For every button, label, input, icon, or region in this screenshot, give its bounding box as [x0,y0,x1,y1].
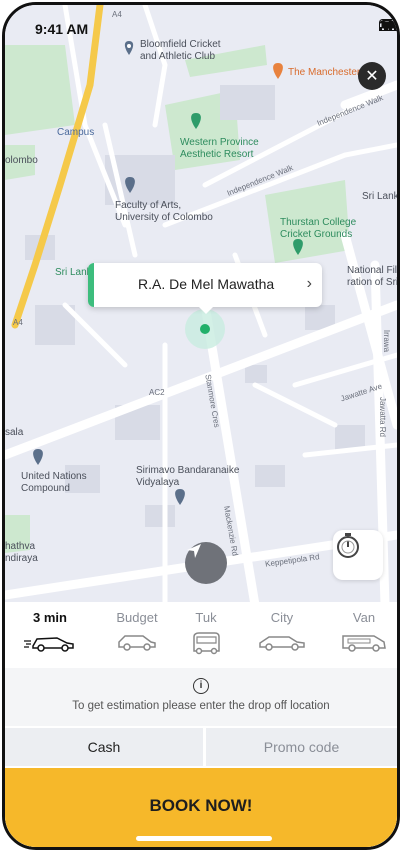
map-label-sirimavo: Sirimavo Bandaranaike Vidyalaya [136,465,240,488]
map-label-un-compound: United Nations Compound [21,471,87,494]
park-pin-icon [293,239,303,255]
map-label-national-film: National Fil ration of Sri [347,265,399,288]
navigation-arrow-icon [187,544,201,558]
map-label-bhathva: hathva ndiraya [5,541,38,564]
vehicle-option-fast[interactable]: 3 min [11,608,89,666]
stopwatch-icon [337,533,359,558]
road-label-ac2: AC2 [149,388,165,397]
vehicle-label: Tuk [195,610,217,625]
my-location-button[interactable] [185,542,227,584]
estimation-message: To get estimation please enter the drop … [72,700,330,712]
vehicle-label: City [270,610,294,625]
restaurant-pin-icon [273,63,283,79]
card-accent-bar [88,263,94,307]
close-button[interactable]: ✕ [358,62,386,90]
home-indicator [136,836,272,841]
vehicle-option-tuk[interactable]: Tuk [167,608,245,666]
van-icon [342,635,386,652]
vehicle-label: Van [352,610,376,625]
book-now-label: BOOK NOW! [149,796,253,815]
vehicle-option-city[interactable]: City [243,608,321,666]
payment-row: Cash Promo code [5,728,397,766]
vehicle-label: Budget [116,610,158,625]
map-view[interactable]: 9:41 AM Bloomfield Cricket and Athletic … [5,5,397,605]
pickup-location-title: R.A. De Mel Mawatha [138,276,275,292]
place-pin-icon [33,449,43,465]
book-now-button[interactable]: BOOK NOW! [5,768,397,847]
pickup-location-card[interactable]: R.A. De Mel Mawatha › [88,263,322,307]
map-label-faculty-arts: Faculty of Arts, University of Colombo [115,200,213,223]
card-pointer [198,306,214,314]
car-budget-icon [118,635,156,651]
payment-method-button[interactable]: Cash [5,728,203,766]
car-city-icon [259,636,305,651]
road-label-irrawaddy: Irrawa [382,329,392,353]
school-pin-icon [125,177,135,193]
school-pin-icon [175,489,185,505]
map-label-sri-lanka-right: Sri Lank [362,191,399,202]
vehicle-selector: 3 min Budget Tuk City Van [5,602,397,668]
schedule-ride-button[interactable] [333,530,383,580]
road-label-jawatta-rd: Jawatta Rd [378,396,388,438]
map-label-campus: Campus [57,127,95,138]
vehicle-option-van[interactable]: Van [325,608,397,666]
chevron-right-icon: › [306,275,312,292]
vehicle-option-budget[interactable]: Budget [98,608,176,666]
map-label-sri-lanka-left: Sri Lank [55,267,92,278]
info-icon: i [193,678,209,694]
spa-pin-icon [191,113,201,129]
battery-icon [379,19,397,31]
tuk-icon [193,632,220,655]
map-label-manchester: The Manchester [288,67,361,78]
map-label-colombo: olombo [5,155,38,166]
booking-sheet: 3 min Budget Tuk City Van i To get estim… [5,602,397,847]
road-label-a4: A4 [112,10,122,19]
map-label-western-province: Western Province Aesthetic Resort [180,137,259,160]
phone-frame: 9:41 AM Bloomfield Cricket and Athletic … [2,2,400,850]
car-fast-icon [24,637,74,652]
status-time: 9:41 AM [35,21,89,37]
road-label-a4: A4 [13,318,23,327]
estimation-notice: i To get estimation please enter the dro… [5,668,397,726]
map-label-sala: sala [5,427,24,438]
map-label-bloomfield: Bloomfield Cricket and Athletic Club [140,39,221,62]
promo-code-button[interactable]: Promo code [206,728,397,766]
vehicle-label: 3 min [33,610,67,625]
map-label-thurstan: Thurstan College Cricket Grounds [280,217,357,240]
close-icon: ✕ [365,68,379,85]
place-pin-icon [124,41,134,55]
